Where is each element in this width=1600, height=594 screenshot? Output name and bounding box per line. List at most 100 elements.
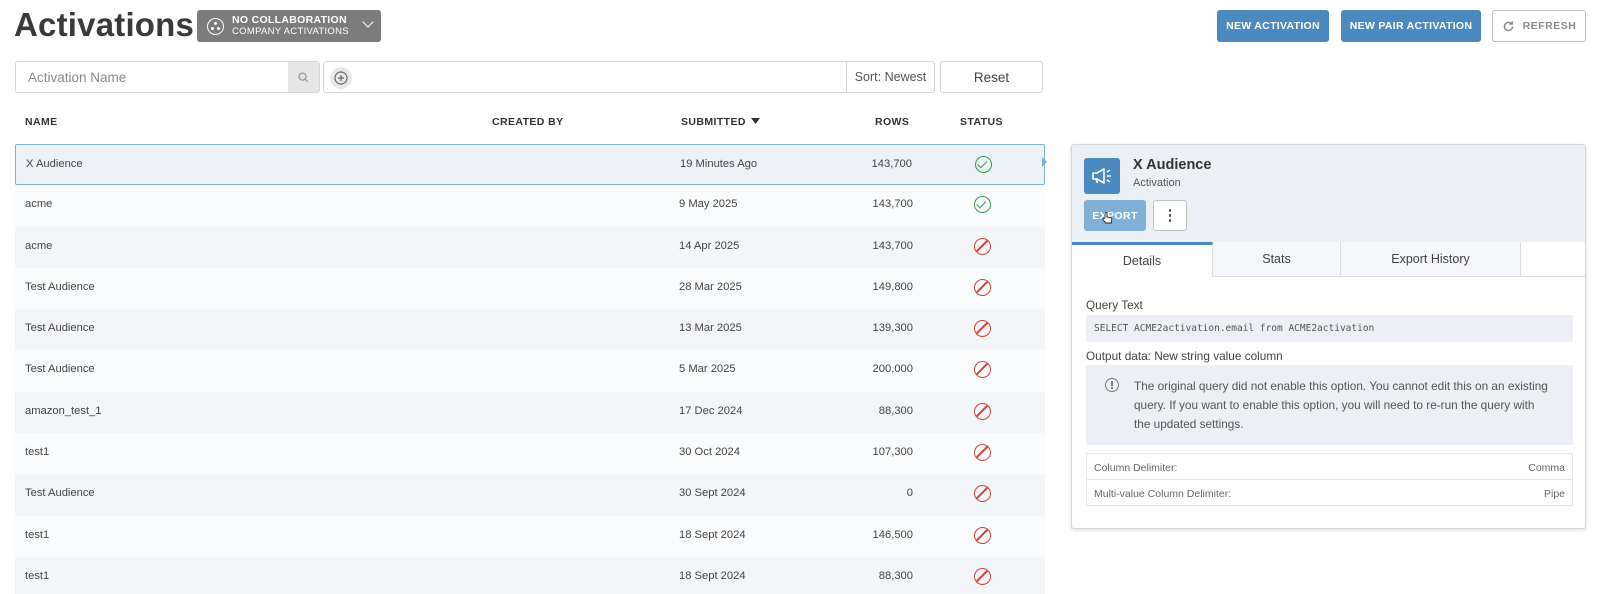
row-count: 139,300 xyxy=(872,322,913,335)
table-row[interactable]: X Audience 19 Minutes Ago 143,700 xyxy=(15,144,1045,186)
column-name[interactable]: NAME xyxy=(25,116,58,128)
row-count: 143,700 xyxy=(872,239,913,252)
submitted-date: 14 Apr 2025 xyxy=(679,239,740,252)
activation-name: test1 xyxy=(25,446,50,459)
activation-name: acme xyxy=(25,239,53,252)
prohibited-icon xyxy=(974,526,991,544)
add-filter-button[interactable] xyxy=(330,67,352,89)
table-row[interactable]: test1 18 Sept 2024 88,300 xyxy=(15,556,1045,594)
collaboration-label: NO COLLABORATION xyxy=(232,14,347,26)
search-icon xyxy=(298,71,309,82)
plus-circle-icon xyxy=(334,71,348,85)
more-options-button[interactable] xyxy=(1153,200,1187,231)
notice-text: The original query did not enable this o… xyxy=(1134,379,1548,431)
column-created-by[interactable]: CREATED BY xyxy=(492,116,563,128)
submitted-date: 5 Mar 2025 xyxy=(679,363,736,376)
query-text-label: Query Text xyxy=(1086,298,1143,312)
row-count: 149,800 xyxy=(872,280,913,293)
table-row[interactable]: test1 18 Sept 2024 146,500 xyxy=(15,515,1045,557)
activation-name: amazon_test_1 xyxy=(25,404,102,417)
setting-key: Column Delimiter: xyxy=(1094,462,1178,474)
submitted-date: 28 Mar 2025 xyxy=(679,280,742,293)
submitted-date: 9 May 2025 xyxy=(679,198,738,211)
column-status[interactable]: STATUS xyxy=(960,116,1003,128)
info-icon xyxy=(1105,378,1119,392)
export-button[interactable]: EXPORT xyxy=(1084,200,1146,231)
check-circle-icon xyxy=(974,196,991,214)
row-count: 107,300 xyxy=(872,446,913,459)
setting-value: Pipe xyxy=(1543,488,1565,500)
submitted-date: 18 Sept 2024 xyxy=(679,569,746,582)
refresh-label: REFRESH xyxy=(1522,20,1577,32)
table-row[interactable]: Test Audience 5 Mar 2025 200,000 xyxy=(15,350,1045,392)
collaboration-sublabel: COMPANY ACTIVATIONS xyxy=(232,26,349,37)
submitted-date: 17 Dec 2024 xyxy=(679,404,743,417)
page-title: Activations xyxy=(14,6,195,43)
tab-details[interactable]: Details xyxy=(1072,242,1213,277)
prohibited-icon xyxy=(974,485,991,503)
row-count: 0 xyxy=(906,487,913,500)
prohibited-icon xyxy=(974,361,991,379)
setting-value: Comma xyxy=(1528,462,1565,474)
activation-detail-panel: X Audience Activation EXPORT Details Sta… xyxy=(1071,144,1586,529)
panel-title: X Audience xyxy=(1133,157,1212,173)
setting-row: Multi-value Column Delimiter: Pipe xyxy=(1086,479,1573,506)
query-text: SELECT ACME2activation.email from ACME2a… xyxy=(1086,315,1573,342)
row-count: 143,700 xyxy=(872,198,913,211)
row-count: 146,500 xyxy=(872,528,913,541)
table-row[interactable]: Test Audience 13 Mar 2025 139,300 xyxy=(15,309,1045,351)
panel-tabs: Details Stats Export History xyxy=(1072,242,1585,277)
sort-dropdown[interactable]: Sort: Newest xyxy=(846,62,934,92)
activation-name: X Audience xyxy=(26,158,83,170)
search-input[interactable] xyxy=(16,62,286,92)
new-activation-button[interactable]: NEW ACTIVATION xyxy=(1217,10,1329,42)
search-button[interactable] xyxy=(288,62,319,92)
more-vertical-icon xyxy=(1168,208,1172,223)
tab-stats[interactable]: Stats xyxy=(1213,242,1341,277)
activation-name: Test Audience xyxy=(25,322,95,335)
activation-name: test1 xyxy=(25,528,50,541)
activation-name: acme xyxy=(25,198,53,211)
selection-pointer xyxy=(1042,157,1047,167)
panel-subtitle: Activation xyxy=(1133,177,1181,189)
activations-table: X Audience 19 Minutes Ago 143,700 acme 9 May… xyxy=(15,144,1045,594)
column-rows[interactable]: ROWS xyxy=(875,116,909,128)
refresh-icon xyxy=(1503,20,1513,31)
column-submitted[interactable]: SUBMITTED xyxy=(681,116,760,128)
reset-button[interactable]: Reset xyxy=(940,61,1043,93)
prohibited-icon xyxy=(974,320,991,338)
activation-name: Test Audience xyxy=(25,363,95,376)
column-submitted-label: SUBMITTED xyxy=(681,116,746,128)
collaboration-icon xyxy=(207,17,224,35)
megaphone-icon xyxy=(1084,158,1120,194)
submitted-date: 30 Oct 2024 xyxy=(679,446,740,459)
tab-export-history[interactable]: Export History xyxy=(1341,242,1521,277)
refresh-button[interactable]: REFRESH xyxy=(1492,10,1586,42)
setting-row: Column Delimiter: Comma xyxy=(1086,453,1573,480)
setting-key: Multi-value Column Delimiter: xyxy=(1094,488,1232,500)
prohibited-icon xyxy=(974,402,991,420)
table-row[interactable]: amazon_test_1 17 Dec 2024 88,300 xyxy=(15,391,1045,434)
activation-name: Test Audience xyxy=(25,280,95,293)
search-box xyxy=(15,61,320,93)
table-row[interactable]: test1 30 Oct 2024 107,300 xyxy=(15,433,1045,475)
row-count: 88,300 xyxy=(878,569,913,582)
submitted-date: 18 Sept 2024 xyxy=(679,528,746,541)
table-row[interactable]: acme 14 Apr 2025 143,700 xyxy=(15,226,1045,268)
prohibited-icon xyxy=(974,237,991,255)
activation-name: test1 xyxy=(25,569,50,582)
info-notice: The original query did not enable this o… xyxy=(1086,365,1573,445)
collaboration-dropdown[interactable]: NO COLLABORATION COMPANY ACTIVATIONS xyxy=(197,10,381,42)
table-row[interactable]: Test Audience 30 Sept 2024 0 xyxy=(15,474,1045,516)
activation-name: Test Audience xyxy=(25,487,95,500)
prohibited-icon xyxy=(974,444,991,462)
row-count: 143,700 xyxy=(871,158,912,170)
table-row[interactable]: Test Audience 28 Mar 2025 149,800 xyxy=(15,267,1045,310)
table-row[interactable]: acme 9 May 2025 143,700 xyxy=(15,185,1045,227)
hand-cursor-icon xyxy=(1102,212,1113,224)
output-data-label: Output data: New string value column xyxy=(1086,349,1283,363)
filter-bar[interactable]: Sort: Newest xyxy=(323,61,935,93)
chevron-down-icon xyxy=(362,16,374,28)
new-pair-activation-button[interactable]: NEW PAIR ACTIVATION xyxy=(1341,10,1481,42)
check-circle-icon xyxy=(975,156,992,173)
